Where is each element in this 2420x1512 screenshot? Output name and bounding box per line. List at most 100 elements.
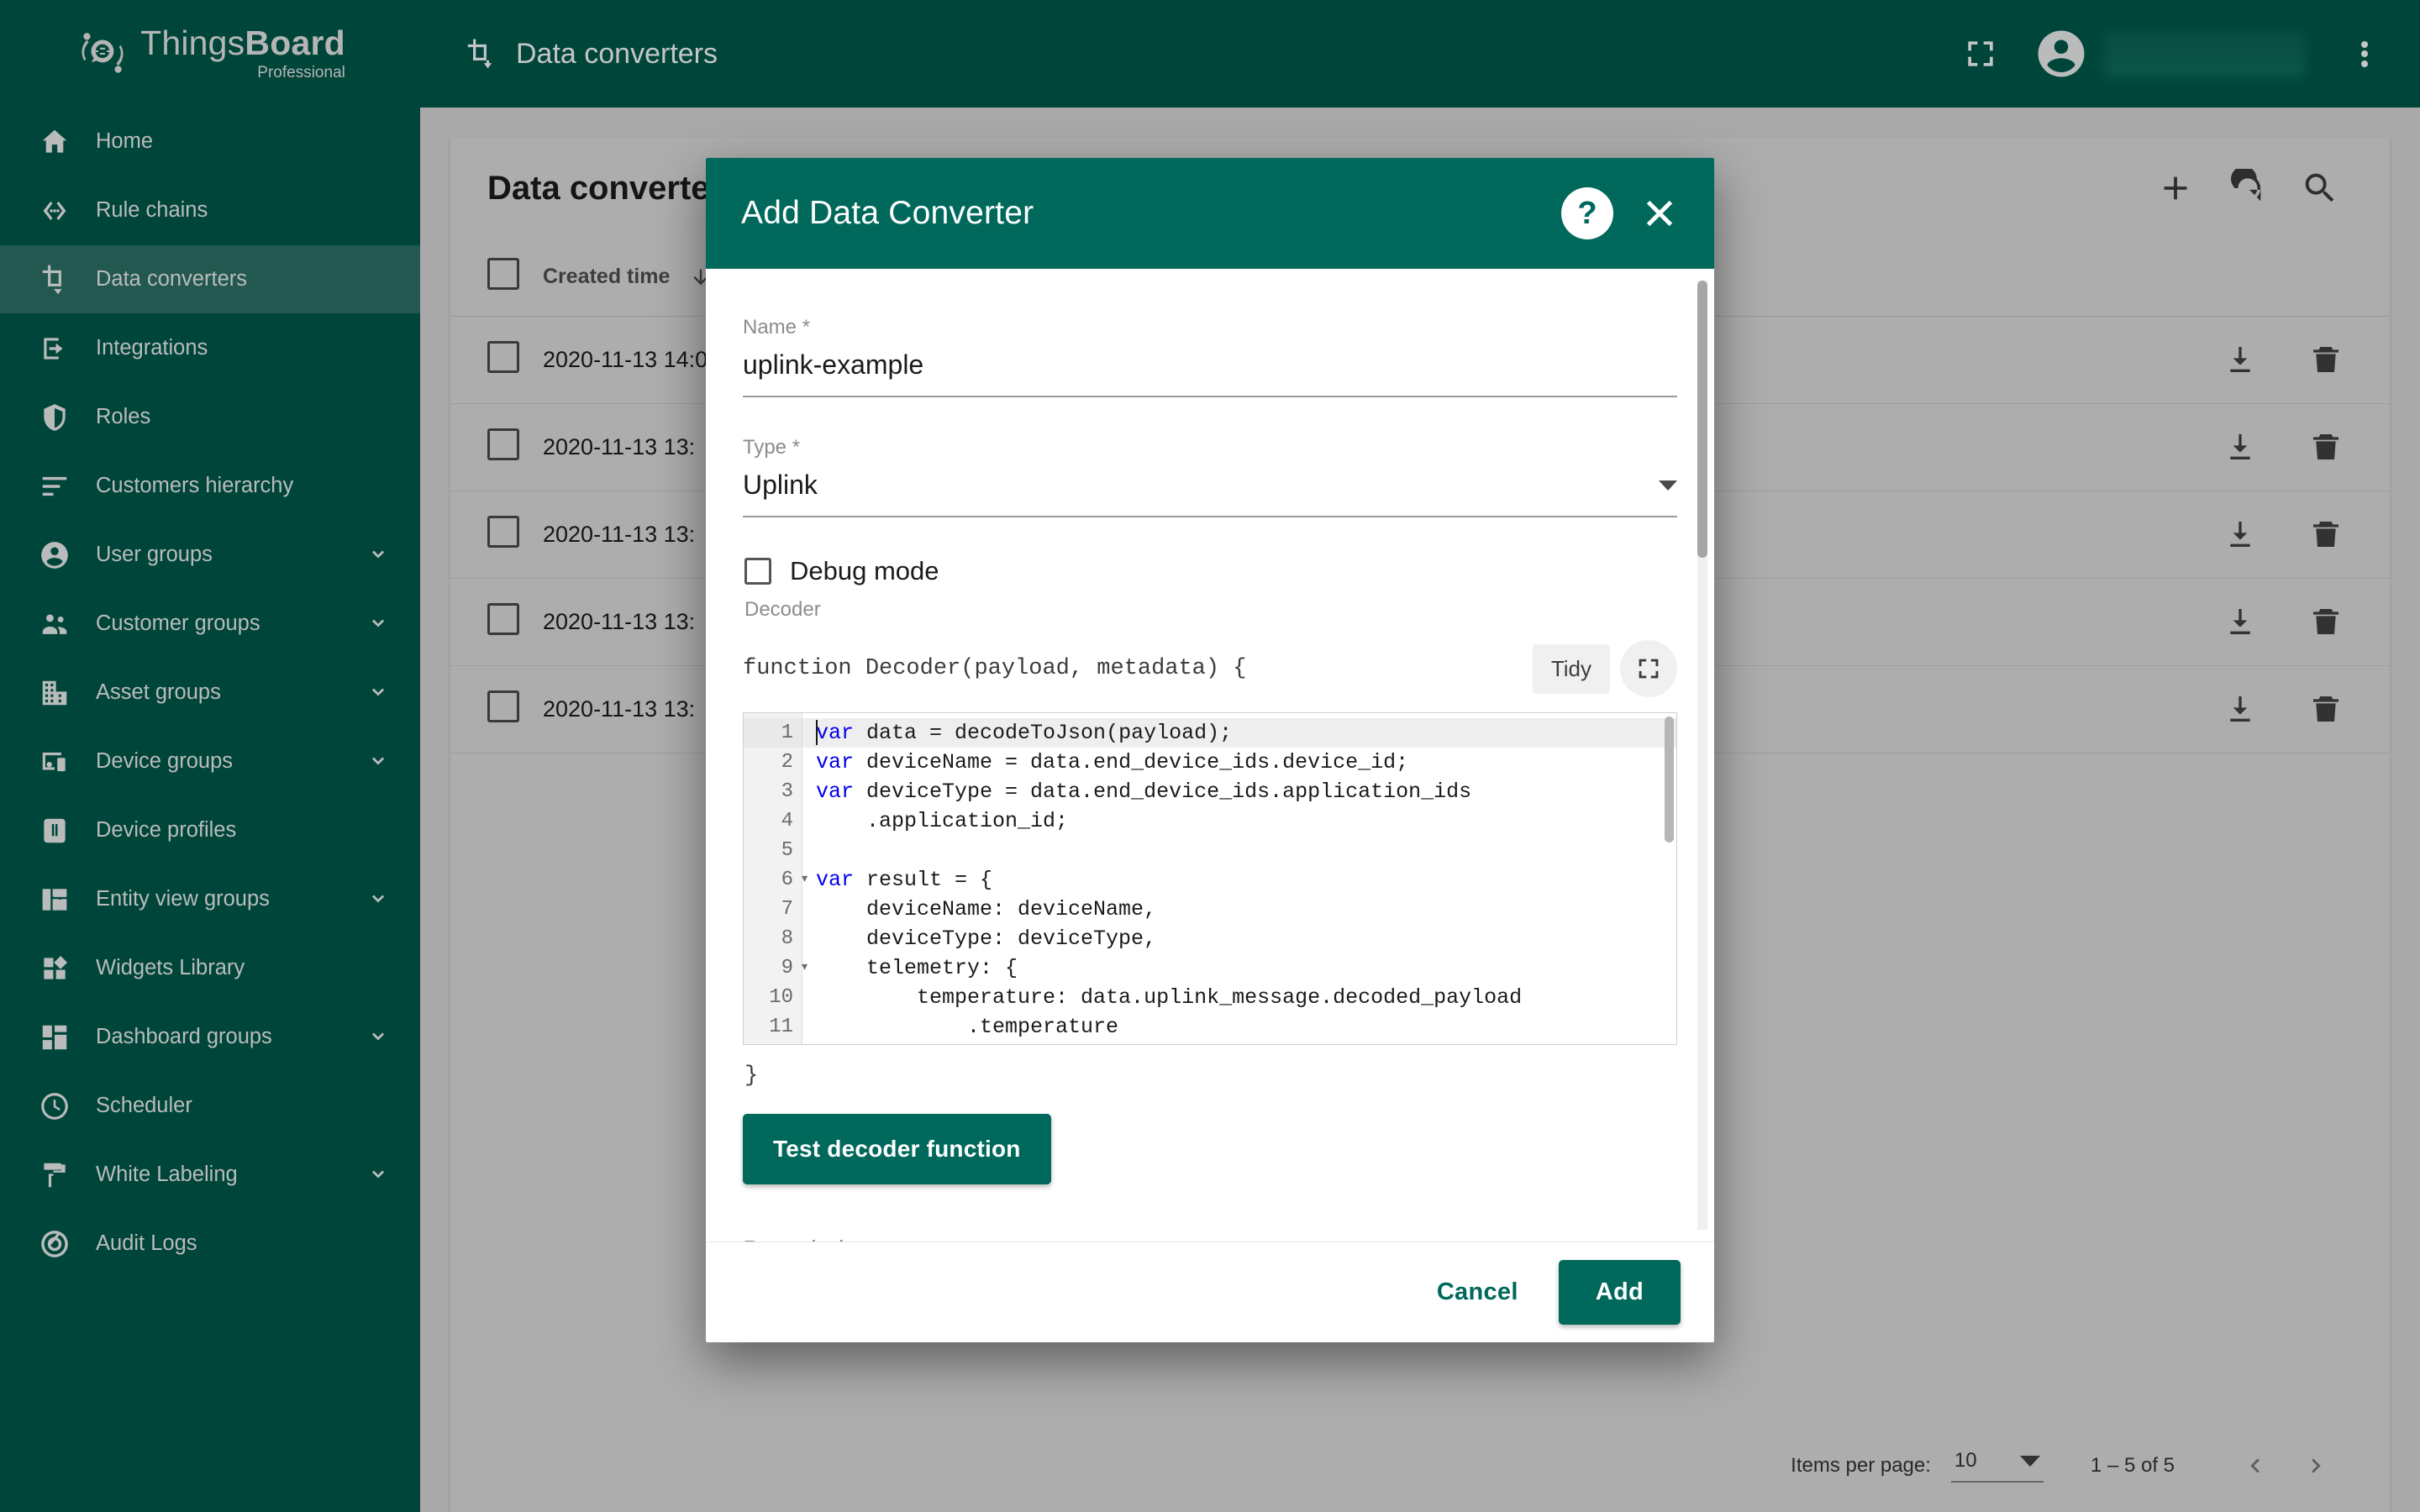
sidebar-item-label: Rule chains xyxy=(96,198,208,222)
sidebar-item-label: Widgets Library xyxy=(96,956,245,979)
tidy-button[interactable]: Tidy xyxy=(1532,643,1610,694)
device-profile-icon xyxy=(37,813,72,848)
editor-line-number: 3 xyxy=(781,780,793,804)
data-converters-icon xyxy=(37,262,72,297)
sidebar-item-data-converters[interactable]: Data converters xyxy=(0,245,420,314)
clock-icon xyxy=(37,1089,72,1124)
editor-code[interactable]: var data = decodeToJson(payload); var dev… xyxy=(802,713,1676,1044)
sidebar-item-label: Roles xyxy=(96,405,151,428)
dialog-scrollbar-thumb[interactable] xyxy=(1697,281,1707,559)
decoder-code-editor[interactable]: 123456▾789▾101112 var data = decodeToJso… xyxy=(743,712,1677,1046)
sidebar-item-dashboard-groups[interactable]: Dashboard groups xyxy=(0,1003,420,1072)
sidebar-item-white-labeling[interactable]: White Labeling xyxy=(0,1141,420,1210)
sidebar-item-label: Device groups xyxy=(96,749,233,773)
data-converters-icon xyxy=(462,36,497,71)
editor-code-line: var deviceType = data.end_device_ids.app… xyxy=(816,780,1472,805)
toolbar-title-label: Data converters xyxy=(516,37,718,70)
editor-line-number: 5 xyxy=(781,839,793,863)
debug-mode-row[interactable]: Debug mode xyxy=(744,556,1677,586)
editor-line-number: 9 ▾ xyxy=(744,953,809,983)
description-placeholder: Description xyxy=(743,1235,1677,1242)
type-field-label: Type * xyxy=(743,436,801,459)
cancel-button[interactable]: Cancel xyxy=(1410,1260,1545,1325)
debug-mode-label: Debug mode xyxy=(790,556,939,586)
editor-code-line: deviceType: deviceType, xyxy=(816,927,1157,952)
editor-caret xyxy=(816,720,818,746)
decoder-signature-row: function Decoder(payload, metadata) { Ti… xyxy=(743,640,1677,698)
chevron-down-icon[interactable] xyxy=(361,1021,395,1054)
type-field: Type * Uplink xyxy=(743,436,1677,518)
description-field[interactable]: Description xyxy=(743,1235,1677,1242)
brand-name: ThingsBoard xyxy=(140,23,345,62)
avatar[interactable] xyxy=(2033,26,2089,81)
sidebar-item-scheduler[interactable]: Scheduler xyxy=(0,1072,420,1141)
editor-scrollbar-thumb[interactable] xyxy=(1665,717,1674,843)
add-data-converter-dialog: Add Data Converter ? Name * uplink-examp… xyxy=(706,158,1714,1342)
sidebar-item-label: Asset groups xyxy=(96,680,221,704)
chevron-down-icon[interactable] xyxy=(361,1158,395,1192)
fullscreen-icon[interactable] xyxy=(1951,24,2010,83)
audit-logs-icon xyxy=(37,1226,72,1262)
sidebar-item-device-groups[interactable]: Device groups xyxy=(0,727,420,796)
editor-code-line: .application_id; xyxy=(816,809,1069,834)
user-name-redacted xyxy=(2104,30,2306,77)
shield-icon xyxy=(37,400,72,435)
sidebar: ThingsBoard Professional Home Rule chains… xyxy=(0,0,420,1512)
brand-edition: Professional xyxy=(257,63,345,81)
editor-code-line: temperature: data.uplink_message.decoded… xyxy=(816,985,1523,1011)
entity-view-icon xyxy=(37,882,72,917)
close-icon[interactable] xyxy=(1634,187,1686,239)
chevron-down-icon[interactable] xyxy=(361,676,395,710)
sidebar-item-label: Integrations xyxy=(96,336,208,360)
editor-line-number: 1 xyxy=(744,718,802,748)
people-icon xyxy=(37,606,72,642)
editor-line-number: 2 xyxy=(781,751,793,774)
sidebar-item-device-profiles[interactable]: Device profiles xyxy=(0,796,420,865)
decoder-closing-brace: } xyxy=(744,1063,759,1089)
editor-code-line: var result = { xyxy=(816,868,993,893)
integrations-icon xyxy=(37,331,72,366)
type-select[interactable]: Uplink xyxy=(743,470,1677,518)
dashboard-icon xyxy=(37,1020,72,1055)
chevron-down-icon[interactable] xyxy=(361,607,395,641)
sidebar-item-user-groups[interactable]: User groups xyxy=(0,521,420,590)
editor-line-number: 10 xyxy=(769,986,793,1010)
name-input[interactable]: uplink-example xyxy=(743,349,1677,398)
name-field-label: Name * xyxy=(743,316,811,339)
sidebar-item-label: Home xyxy=(96,129,154,153)
decoder-caption: Decoder xyxy=(744,598,821,622)
help-icon[interactable]: ? xyxy=(1561,187,1613,240)
sidebar-item-asset-groups[interactable]: Asset groups xyxy=(0,659,420,727)
sidebar-item-audit-logs[interactable]: Audit Logs xyxy=(0,1210,420,1278)
paint-roller-icon xyxy=(37,1158,72,1193)
dialog-header: Add Data Converter ? xyxy=(706,158,1714,270)
account-circle-icon xyxy=(37,538,72,573)
sidebar-item-customers-hierarchy[interactable]: Customers hierarchy xyxy=(0,452,420,521)
thingsboard-logo-icon xyxy=(75,26,130,81)
more-vert-icon[interactable] xyxy=(2339,24,2390,83)
sidebar-item-entity-view-groups[interactable]: Entity view groups xyxy=(0,865,420,934)
sidebar-item-customer-groups[interactable]: Customer groups xyxy=(0,590,420,659)
sidebar-item-label: Customers hierarchy xyxy=(96,474,294,497)
debug-mode-checkbox[interactable] xyxy=(744,558,771,585)
test-decoder-function-button[interactable]: Test decoder function xyxy=(743,1114,1051,1185)
sidebar-item-widgets-library[interactable]: Widgets Library xyxy=(0,934,420,1003)
add-button[interactable]: Add xyxy=(1558,1260,1681,1325)
sidebar-item-label: Data converters xyxy=(96,267,247,291)
fullscreen-icon[interactable] xyxy=(1620,640,1677,698)
brand-logo[interactable]: ThingsBoard Professional xyxy=(0,0,420,108)
sidebar-item-roles[interactable]: Roles xyxy=(0,383,420,452)
editor-gutter: 123456▾789▾101112 xyxy=(744,713,809,1045)
sidebar-item-rule-chains[interactable]: Rule chains xyxy=(0,176,420,245)
chevron-down-icon[interactable] xyxy=(361,538,395,572)
building-icon xyxy=(37,675,72,711)
chevron-down-icon[interactable] xyxy=(361,745,395,779)
sidebar-item-integrations[interactable]: Integrations xyxy=(0,314,420,383)
sidebar-item-home[interactable]: Home xyxy=(0,108,420,176)
dialog-title: Add Data Converter xyxy=(741,195,1034,232)
sidebar-item-label: Audit Logs xyxy=(96,1231,197,1255)
chevron-down-icon[interactable] xyxy=(361,883,395,916)
top-toolbar: Data converters xyxy=(420,0,2420,108)
editor-code-line: .temperature xyxy=(816,1015,1119,1040)
sidebar-item-label: White Labeling xyxy=(96,1163,238,1186)
